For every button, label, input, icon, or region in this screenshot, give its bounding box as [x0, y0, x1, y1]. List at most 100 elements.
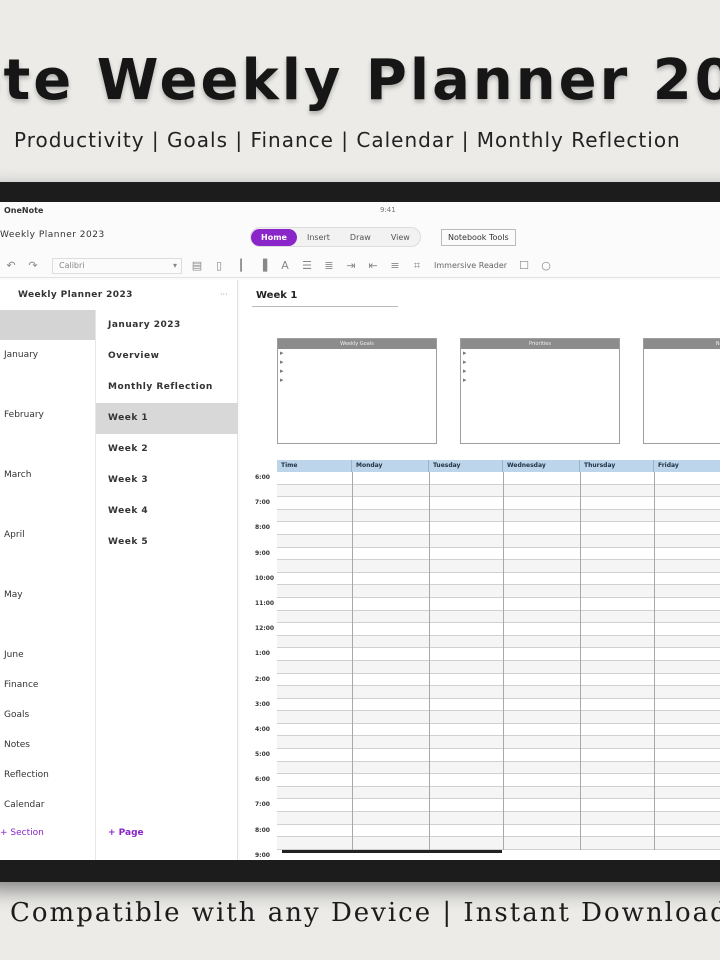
- column-divider: [580, 472, 581, 850]
- schedule-header: Friday: [654, 460, 720, 472]
- schedule-body: [277, 472, 720, 850]
- page-item[interactable]: Week 4: [96, 496, 238, 527]
- section-item[interactable]: [0, 430, 95, 460]
- section-item[interactable]: Notes: [0, 730, 95, 760]
- checklist-item[interactable]: ▸: [461, 358, 619, 367]
- time-label: 3:00: [255, 700, 270, 708]
- page-list: January 2023 Overview Monthly Reflection…: [96, 310, 238, 860]
- section-item[interactable]: Reflection: [0, 760, 95, 790]
- column-divider: [654, 472, 655, 850]
- add-page-button[interactable]: + Page: [108, 828, 144, 838]
- more-options-icon[interactable]: ···: [220, 290, 228, 299]
- time-label: 7:00: [255, 499, 270, 507]
- checklist-item[interactable]: ▸: [461, 376, 619, 385]
- notebook-name[interactable]: Weekly Planner 2023: [18, 290, 133, 300]
- time-label: 6:00: [255, 776, 270, 784]
- page-title[interactable]: Week 1: [256, 290, 297, 301]
- tab-home[interactable]: Home: [251, 228, 297, 246]
- goal-box[interactable]: Notes: [643, 338, 720, 444]
- schedule-header-row: Time Monday Tuesday Wednesday Thursday F…: [277, 460, 720, 472]
- checklist-item[interactable]: ▸: [461, 349, 619, 358]
- checklist-item[interactable]: ▸: [278, 349, 436, 358]
- italic-icon[interactable]: ▯: [208, 258, 230, 274]
- section-item[interactable]: January: [0, 340, 95, 370]
- breadcrumb[interactable]: Weekly Planner 2023: [0, 230, 105, 240]
- section-item[interactable]: May: [0, 580, 95, 610]
- time-label: 12:00: [255, 625, 275, 633]
- redo-icon[interactable]: ↷: [22, 258, 44, 274]
- numbering-icon[interactable]: ≣: [318, 258, 340, 274]
- checklist-item[interactable]: ▸: [278, 358, 436, 367]
- section-item[interactable]: [0, 490, 95, 520]
- ribbon-tab-strip: Home Insert Draw View: [250, 227, 421, 247]
- more-icon[interactable]: ○: [535, 258, 557, 274]
- bullets-icon[interactable]: ☰: [296, 258, 318, 274]
- section-item[interactable]: February: [0, 400, 95, 430]
- schedule-header: Tuesday: [429, 460, 503, 472]
- section-item[interactable]: March: [0, 460, 95, 490]
- tag-icon[interactable]: ⌗: [406, 258, 428, 274]
- section-item[interactable]: Goals: [0, 700, 95, 730]
- time-label: 10:00: [255, 574, 275, 582]
- time-label: 5:00: [255, 751, 270, 759]
- underline-icon[interactable]: ┃: [230, 258, 252, 274]
- time-label: 1:00: [255, 650, 270, 658]
- page-item[interactable]: Monthly Reflection: [96, 372, 238, 403]
- font-selector[interactable]: Calibri ▾: [52, 257, 182, 274]
- title-divider: [252, 306, 398, 307]
- ribbon: Weekly Planner 2023 Home Insert Draw Vie…: [0, 224, 720, 250]
- column-divider: [503, 472, 504, 850]
- indent-icon[interactable]: ⇥: [340, 258, 362, 274]
- time-label: 8:00: [255, 524, 270, 532]
- time-label: 9:00: [255, 851, 270, 859]
- font-color-icon[interactable]: A: [274, 258, 296, 274]
- tab-view[interactable]: View: [381, 229, 420, 246]
- page-item[interactable]: Week 2: [96, 434, 238, 465]
- checklist-item[interactable]: ▸: [278, 376, 436, 385]
- add-section-button[interactable]: + Section: [0, 828, 44, 838]
- section-item[interactable]: Finance: [0, 670, 95, 700]
- chevron-down-icon: ▾: [172, 260, 177, 270]
- section-item[interactable]: [0, 310, 95, 340]
- product-mockup: ote Weekly Planner 2023 Productivity | G…: [0, 0, 720, 960]
- schedule-header: Monday: [352, 460, 429, 472]
- outdent-icon[interactable]: ⇤: [362, 258, 384, 274]
- weekly-schedule-table[interactable]: Time Monday Tuesday Wednesday Thursday F…: [277, 460, 720, 855]
- section-item[interactable]: June: [0, 640, 95, 670]
- time-label: 9:00: [255, 549, 270, 557]
- notebook-navigation: Weekly Planner 2023 ··· January February…: [0, 280, 238, 860]
- time-column: 6:00 7:00 8:00 9:00 10:00 11:00 12:00 1:00 2:00 3…: [255, 472, 277, 860]
- goal-box[interactable]: Priorities ▸ ▸ ▸ ▸: [460, 338, 620, 444]
- section-item[interactable]: [0, 610, 95, 640]
- bold-icon[interactable]: ▤: [186, 258, 208, 274]
- undo-icon[interactable]: ↶: [0, 258, 22, 274]
- page-item[interactable]: January 2023: [96, 310, 238, 341]
- page-item[interactable]: Overview: [96, 341, 238, 372]
- time-label: 11:00: [255, 599, 275, 607]
- align-icon[interactable]: ≡: [384, 258, 406, 274]
- checkbox-icon[interactable]: ☐: [513, 258, 535, 274]
- page-canvas[interactable]: Week 1 Weekly Goals ▸ ▸ ▸ ▸ Priorities ▸…: [240, 280, 720, 860]
- banner-footer: Compatible with any Device | Instant Dow…: [0, 896, 720, 936]
- page-item[interactable]: Week 3: [96, 465, 238, 496]
- checklist-item[interactable]: ▸: [461, 367, 619, 376]
- page-item[interactable]: Week 5: [96, 527, 238, 558]
- tab-draw[interactable]: Draw: [340, 229, 381, 246]
- tab-insert[interactable]: Insert: [297, 229, 340, 246]
- highlight-icon[interactable]: ▐: [252, 258, 274, 274]
- immersive-reader-button[interactable]: Immersive Reader: [428, 261, 513, 270]
- title-bar: OneNote 9:41: [0, 202, 720, 220]
- section-item[interactable]: Calendar: [0, 790, 95, 820]
- schedule-header: Time: [277, 460, 352, 472]
- headline-text: ote Weekly Planner 2023: [0, 48, 720, 113]
- section-item[interactable]: [0, 550, 95, 580]
- subhead-text: Productivity | Goals | Finance | Calenda…: [14, 128, 681, 152]
- checklist-item[interactable]: ▸: [278, 367, 436, 376]
- goal-box[interactable]: Weekly Goals ▸ ▸ ▸ ▸: [277, 338, 437, 444]
- tablet-frame: OneNote 9:41 Weekly Planner 2023 Home In…: [0, 182, 720, 882]
- section-item[interactable]: April: [0, 520, 95, 550]
- notebook-tools-button[interactable]: Notebook Tools: [441, 229, 516, 246]
- section-item[interactable]: [0, 370, 95, 400]
- ink-stroke: [282, 850, 502, 853]
- page-item-active[interactable]: Week 1: [96, 403, 238, 434]
